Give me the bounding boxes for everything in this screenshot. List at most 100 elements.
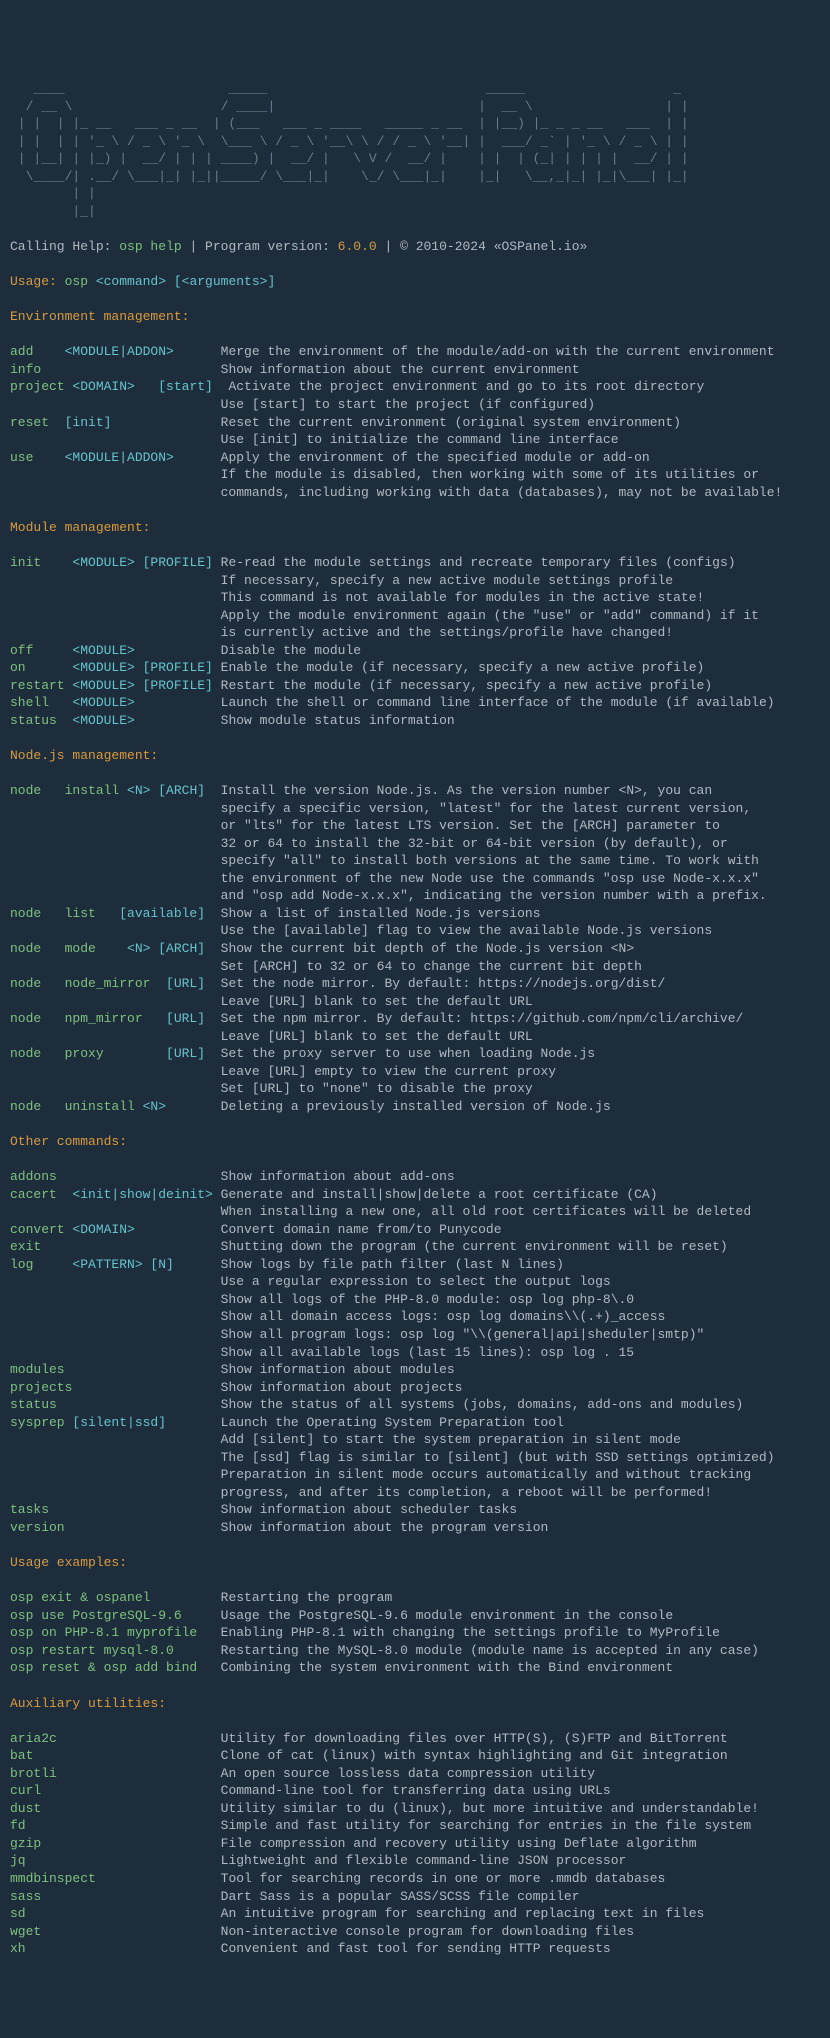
section-examples: Usage examples: xyxy=(10,1555,127,1570)
ex4: osp restart mysql-8.0 xyxy=(10,1643,221,1658)
d-nlist2: Use the [available] flag to view the ava… xyxy=(10,923,712,938)
aux-wget-d: Non-interactive console program for down… xyxy=(221,1924,634,1939)
desc-info: Show information about the current envir… xyxy=(221,362,580,377)
arg-sysprep: [silent|ssd] xyxy=(72,1415,220,1430)
desc-use1: Apply the environment of the specified m… xyxy=(221,450,650,465)
d-ninstall6: the environment of the new Node use the … xyxy=(10,871,759,886)
cmd-ninstall: node xyxy=(10,783,65,798)
cmd-nuninstall: node xyxy=(10,1099,65,1114)
desc-init1: Re-read the module settings and recreate… xyxy=(221,555,736,570)
desc-reset2: Use [init] to initialize the command lin… xyxy=(10,432,619,447)
section-env: Environment management: xyxy=(10,309,189,324)
d-log5: Show all program logs: osp log "\\(gener… xyxy=(10,1327,704,1342)
cmd-add: add xyxy=(10,344,65,359)
cmd-nnm: node xyxy=(10,976,65,991)
section-other: Other commands: xyxy=(10,1134,127,1149)
aux-sass: sass xyxy=(10,1889,221,1904)
d-sysprep3: The [ssd] flag is similar to [silent] (b… xyxy=(10,1450,775,1465)
d-npm1: Set the npm mirror. By default: https://… xyxy=(221,1011,744,1026)
aux-gzip-d: File compression and recovery utility us… xyxy=(221,1836,697,1851)
cmd-npm: node xyxy=(10,1011,65,1026)
d-nnm1: Set the node mirror. By default: https:/… xyxy=(221,976,666,991)
d-ninstall3: or "lts" for the latest LTS version. Set… xyxy=(10,818,720,833)
aux-aria2c: aria2c xyxy=(10,1731,221,1746)
desc-off: Disable the module xyxy=(221,643,361,658)
desc-project1: Activate the project environment and go … xyxy=(228,379,704,394)
d-ninstall7: and "osp add Node-x.x.x", indicating the… xyxy=(10,888,767,903)
aux-xh-d: Convenient and fast tool for sending HTT… xyxy=(221,1941,611,1956)
cmd-cacert: cacert xyxy=(10,1187,72,1202)
cmd-reset: reset xyxy=(10,415,65,430)
aux-aria2c-d: Utility for downloading files over HTTP(… xyxy=(221,1731,728,1746)
aux-fd: fd xyxy=(10,1818,221,1833)
sub-ninstall: install xyxy=(65,783,127,798)
arg-on: <MODULE> [PROFILE] xyxy=(72,660,220,675)
d-ninstall5: specify "all" to install both versions a… xyxy=(10,853,759,868)
cmd-sysprep: sysprep xyxy=(10,1415,72,1430)
desc-init5: is currently active and the settings/pro… xyxy=(10,625,673,640)
desc-mstatus: Show module status information xyxy=(221,713,455,728)
sub-npm: npm_mirror xyxy=(65,1011,166,1026)
d-ninstall1: Install the version Node.js. As the vers… xyxy=(221,783,712,798)
desc-use3: commands, including working with data (d… xyxy=(10,485,782,500)
cmd-shell: shell xyxy=(10,695,72,710)
sub-nuninstall: uninstall xyxy=(65,1099,143,1114)
aux-curl-d: Command-line tool for transferring data … xyxy=(221,1783,611,1798)
desc-init4: Apply the module environment again (the … xyxy=(10,608,759,623)
cmd-version: version xyxy=(10,1520,221,1535)
aux-dust-d: Utility similar to du (linux), but more … xyxy=(221,1801,759,1816)
arg-restart: <MODULE> [PROFILE] xyxy=(72,678,220,693)
cmd-convert: convert xyxy=(10,1222,72,1237)
usage-args: [<arguments>] xyxy=(166,274,275,289)
cmd-projects: projects xyxy=(10,1380,221,1395)
desc-modules: Show information about modules xyxy=(221,1362,455,1377)
ex5: osp reset & osp add bind xyxy=(10,1660,221,1675)
version-number: 6.0.0 xyxy=(330,239,377,254)
cmd-nproxy: node xyxy=(10,1046,65,1061)
sub-nlist: list xyxy=(65,906,120,921)
ex1d: Restarting the program xyxy=(221,1590,393,1605)
section-module: Module management: xyxy=(10,520,150,535)
arg-init: <MODULE> [PROFILE] xyxy=(72,555,220,570)
desc-init3: This command is not available for module… xyxy=(10,590,704,605)
desc-use2: If the module is disabled, then working … xyxy=(10,467,759,482)
d-nproxy1: Set the proxy server to use when loading… xyxy=(221,1046,595,1061)
d-nproxy3: Set [URL] to "none" to disable the proxy xyxy=(10,1081,533,1096)
d-log6: Show all available logs (last 15 lines):… xyxy=(10,1345,634,1360)
d-sysprep1: Launch the Operating System Preparation … xyxy=(221,1415,564,1430)
d-sysprep5: progress, and after its completion, a re… xyxy=(10,1485,712,1500)
aux-curl: curl xyxy=(10,1783,221,1798)
desc-ostatus: Show the status of all systems (jobs, do… xyxy=(221,1397,744,1412)
desc-convert: Convert domain name from/to Punycode xyxy=(221,1222,502,1237)
arg-convert: <DOMAIN> xyxy=(72,1222,220,1237)
ex1: osp exit & ospanel xyxy=(10,1590,221,1605)
ascii-logo: ____ _____ _____ _ / __ \ / ____| | __ \… xyxy=(10,81,689,219)
desc-init2: If necessary, specify a new active modul… xyxy=(10,573,673,588)
arg-nlist: [available] xyxy=(119,906,220,921)
aux-sass-d: Dart Sass is a popular SASS/SCSS file co… xyxy=(221,1889,580,1904)
cmd-mstatus: status xyxy=(10,713,72,728)
osp-help-cmd: osp help xyxy=(111,239,181,254)
d-cacert2: When installing a new one, all old root … xyxy=(10,1204,751,1219)
desc-tasks: Show information about scheduler tasks xyxy=(221,1502,517,1517)
usage-osp: osp xyxy=(57,274,96,289)
desc-add: Merge the environment of the module/add-… xyxy=(221,344,775,359)
cmd-addons: addons xyxy=(10,1169,221,1184)
aux-jq-d: Lightweight and flexible command-line JS… xyxy=(221,1853,627,1868)
section-node: Node.js management: xyxy=(10,748,158,763)
desc-shell: Launch the shell or command line interfa… xyxy=(221,695,775,710)
cmd-on: on xyxy=(10,660,72,675)
sep1: | xyxy=(182,239,205,254)
arg-nproxy: [URL] xyxy=(166,1046,221,1061)
arg-log: <PATTERN> [N] xyxy=(72,1257,220,1272)
arg-project1: <DOMAIN> xyxy=(65,379,159,394)
section-aux: Auxiliary utilities: xyxy=(10,1696,166,1711)
cmd-exit: exit xyxy=(10,1239,221,1254)
d-log3: Show all logs of the PHP-8.0 module: osp… xyxy=(10,1292,634,1307)
cmd-nlist: node xyxy=(10,906,65,921)
sep2: | xyxy=(377,239,400,254)
aux-dust: dust xyxy=(10,1801,221,1816)
d-nproxy2: Leave [URL] empty to view the current pr… xyxy=(10,1064,556,1079)
d-nuninstall1: Deleting a previously installed version … xyxy=(221,1099,611,1114)
arg-nmode: <N> [ARCH] xyxy=(127,941,221,956)
